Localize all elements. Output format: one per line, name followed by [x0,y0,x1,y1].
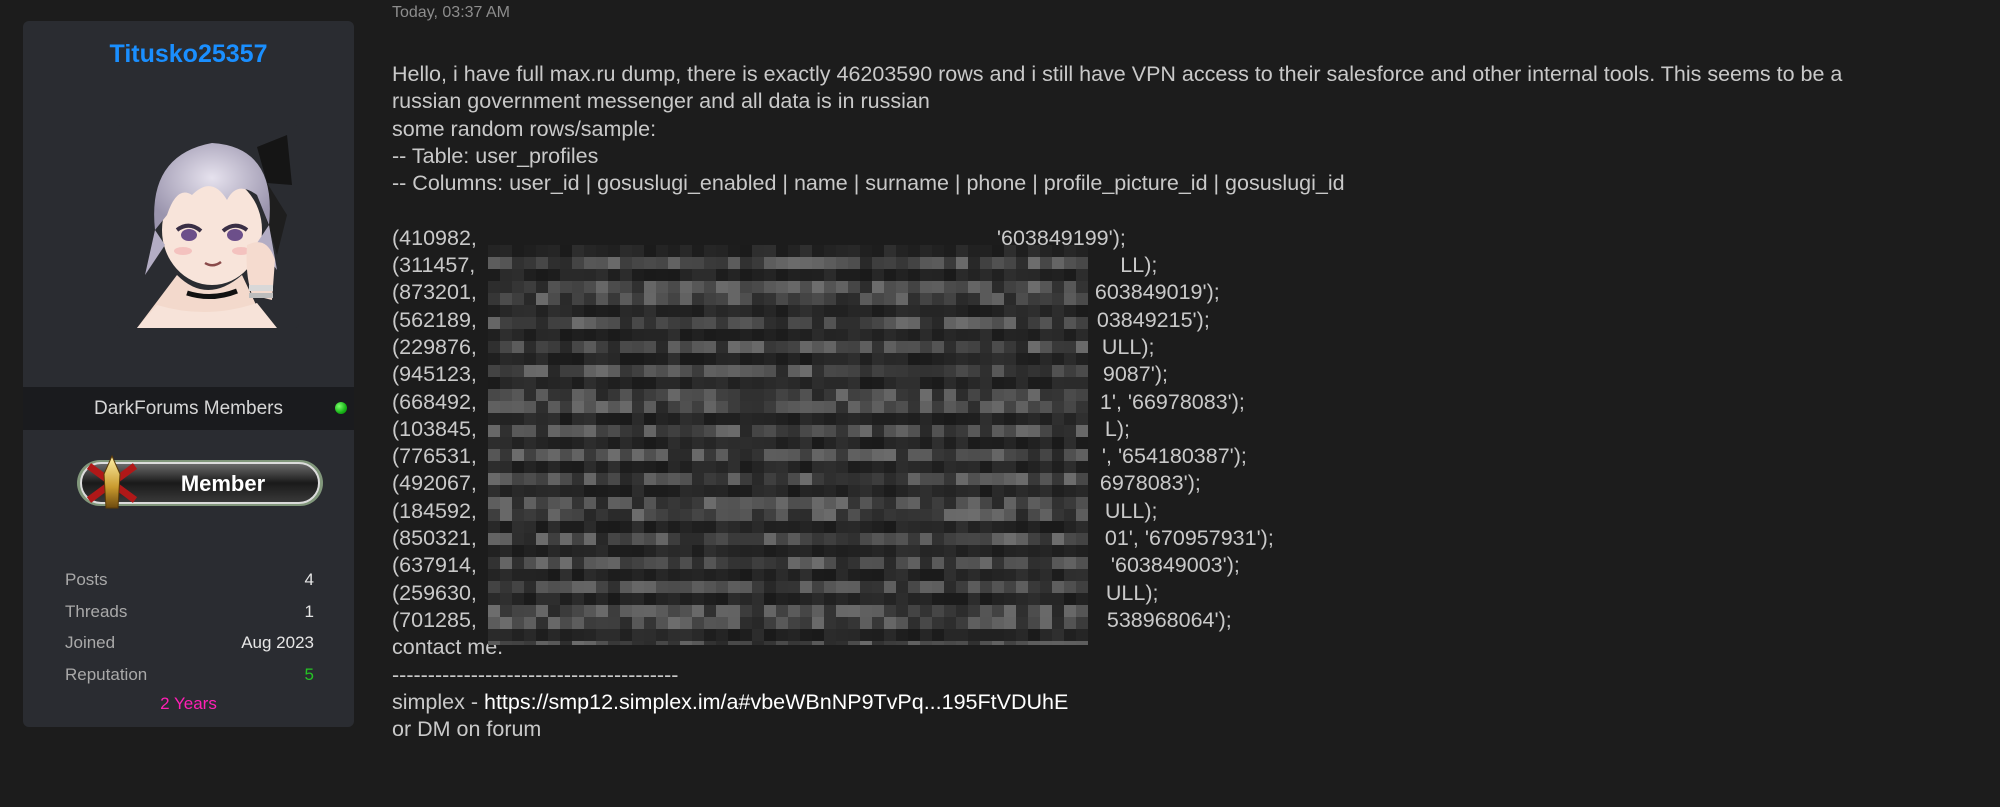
sample-heading: some random rows/sample: [392,116,657,141]
pixelated-redaction [488,244,1088,645]
divider-line: ---------------------------------------- [392,662,679,687]
author-username[interactable]: Titusko25357 [23,40,354,69]
row-start: (259630, [392,580,477,605]
row-start: (103845, [392,416,477,441]
row-end: L); [1104,416,1130,441]
author-stats: Posts 4 Threads 1 Joined Aug 2023 Reputa… [65,566,314,692]
row-start: (701285, [392,607,477,632]
user-group-label: DarkForums Members [94,398,283,419]
row-start: (945123, [392,362,477,387]
stat-label: Reputation [65,664,148,684]
row-end: 03849215'); [1096,307,1210,332]
stat-reputation: Reputation 5 [65,661,314,693]
row-start: (562189, [392,307,477,332]
row-start: (637914, [392,553,477,578]
row-end: 538968064'); [1106,607,1232,632]
stat-joined: Joined Aug 2023 [65,629,314,661]
row-start: (668492, [392,389,477,414]
post-body: Hello, i have full max.ru dump, there is… [392,61,1992,743]
stat-value: 1 [304,601,314,621]
anime-avatar-icon[interactable] [117,125,299,328]
row-start: (873201, [392,280,477,305]
member-age-badge: 2 Years [160,694,217,713]
simplex-link[interactable]: https://smp12.simplex.im/a#vbeWBnNP9TvPq… [484,690,1068,714]
author-sidebar: Titusko25357 DarkForums Members Member P… [23,21,354,727]
table-name-line: -- Table: user_profiles [392,143,599,168]
user-group-bar: DarkForums Members [23,387,354,430]
post-intro-line: Hello, i have full max.ru dump, there is… [392,62,1843,86]
columns-line: -- Columns: user_id | gosuslugi_enabled … [392,171,1345,196]
row-start: (311457, [392,253,476,278]
stat-value: Aug 2023 [241,633,314,652]
stat-value: 4 [304,570,314,589]
row-start: (776531, [392,444,477,469]
stat-label: Threads [65,601,128,621]
row-end: 603849019'); [1094,280,1220,305]
post-intro-line: russian government messenger and all dat… [392,89,930,114]
row-end: ULL); [1105,580,1159,605]
row-start: (229876, [392,334,477,359]
sample-rows: (410982, '603849199'); (311457, LL); (8732… [392,225,1992,645]
row-end: 9087'); [1102,362,1168,387]
row-end: 1', '66978083'); [1099,389,1245,414]
row-start: (184592, [392,498,477,523]
row-start: (492067, [392,471,477,496]
row-end: 01', '670957931'); [1104,526,1274,551]
row-end: '603849003'); [1110,553,1240,578]
reputation-value[interactable]: 5 [305,665,314,685]
row-end: ULL); [1104,498,1158,523]
stat-label: Posts [65,570,108,589]
dm-line: or DM on forum [392,717,542,742]
row-start: (410982, [392,225,477,250]
forum-post-page: Titusko25357 DarkForums Members Member P… [0,0,2000,807]
row-end: LL); [1120,253,1158,278]
online-status-icon [335,402,347,414]
simplex-label: simplex - [392,689,484,714]
rank-badge-label: Member [181,471,266,496]
row-end: ULL); [1101,334,1155,359]
post-timestamp: Today, 03:37 AM [392,4,510,21]
member-rank-badge: Member [71,452,329,514]
stat-posts: Posts 4 [65,566,314,598]
row-end: 6978083'); [1099,471,1201,496]
stat-label: Joined [65,633,116,652]
stat-threads: Threads 1 [65,598,314,630]
row-end: ', '654180387'); [1101,444,1247,469]
simplex-line: simplex - https://smp12.simplex.im/a#vbe… [392,689,1992,716]
row-start: (850321, [392,526,477,551]
